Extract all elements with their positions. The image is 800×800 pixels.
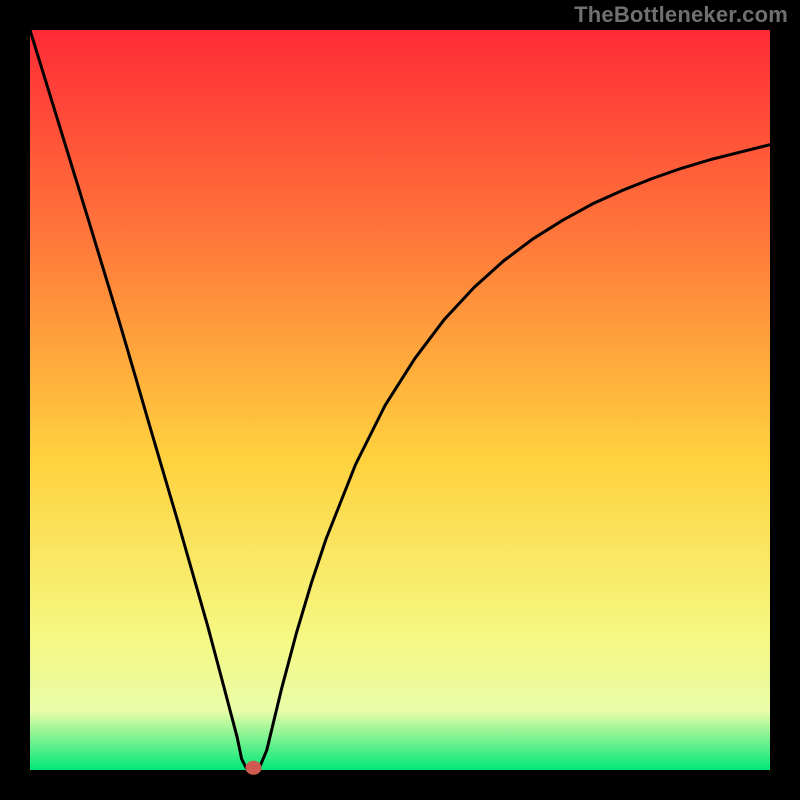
optimal-point-marker [245,761,261,775]
chart-frame: TheBottleneker.com [0,0,800,800]
watermark-text: TheBottleneker.com [574,2,788,28]
bottleneck-chart [0,0,800,800]
